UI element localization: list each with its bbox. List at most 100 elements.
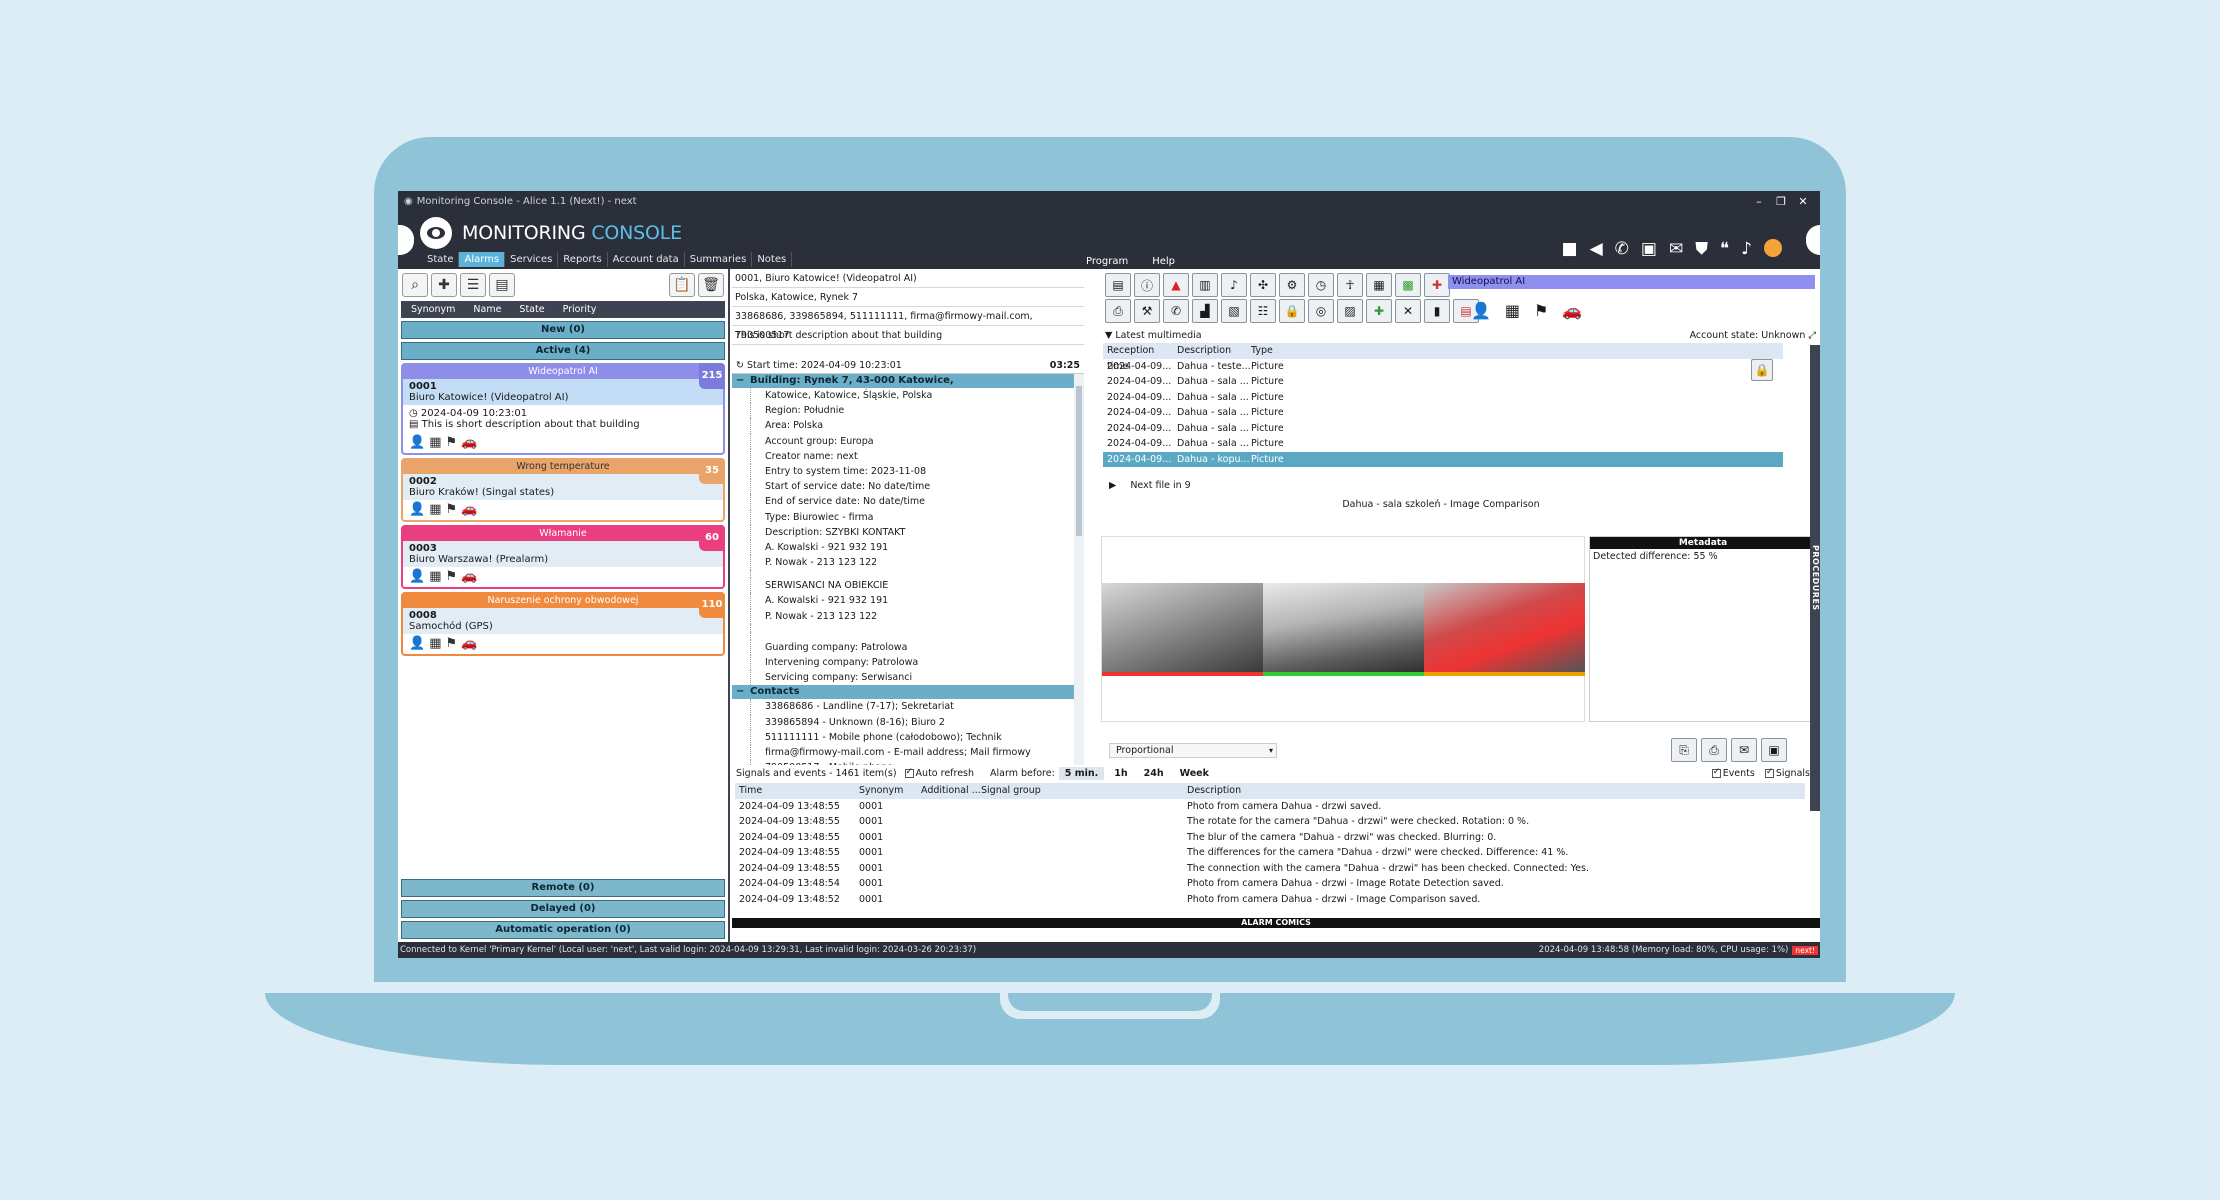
alarm-comics-bar[interactable]: ALARM COMICS	[732, 918, 1820, 928]
mm-col-time[interactable]: Reception time	[1103, 343, 1177, 372]
map-icon[interactable]: ▩	[1395, 273, 1421, 297]
arrow-left-icon[interactable]: ◀	[1590, 239, 1603, 259]
contact-line[interactable]: firma@firmowy-mail.com - E-mail address;…	[750, 744, 1084, 761]
event-row[interactable]: 2024-04-09 13:48:55 0001 The rotate for th…	[735, 814, 1805, 830]
info-icon[interactable]: ⓘ	[1134, 273, 1160, 297]
multimedia-row[interactable]: 2024-04-09... Dahua - sala ... Picture	[1103, 421, 1783, 437]
tab-services[interactable]: Services	[505, 252, 559, 267]
tab-alarms[interactable]: Alarms	[459, 252, 506, 267]
phone-icon[interactable]: ✆	[1163, 299, 1189, 323]
section-remote[interactable]: Remote (0)	[401, 879, 725, 897]
alarm-card[interactable]: Włamanie 60 0003 Biuro Warszawa! (Preala…	[401, 525, 725, 589]
col-synonym[interactable]: Synonym	[411, 304, 455, 315]
volume-icon[interactable]: ♪	[1741, 239, 1752, 259]
col-state[interactable]: State	[519, 304, 544, 315]
car-icon[interactable]: 🚗	[1562, 301, 1582, 320]
ev-col-synonym[interactable]: Synonym	[859, 783, 921, 799]
chart-icon[interactable]: ▟	[1192, 299, 1218, 323]
camera-icon[interactable]: ■	[1562, 239, 1578, 259]
lock-button[interactable]: 🔒	[1751, 359, 1773, 381]
walk-icon[interactable]: ☥	[1337, 273, 1363, 297]
clipboard-icon[interactable]: 📋	[669, 273, 695, 297]
guard-icon[interactable]: ⚑	[445, 636, 457, 651]
person-icon[interactable]: 👤	[409, 435, 425, 450]
settings-icon[interactable]: ⚙	[1279, 273, 1305, 297]
camera-image-reference[interactable]	[1263, 583, 1424, 676]
section-new[interactable]: New (0)	[401, 321, 725, 339]
save-icon[interactable]: ▣	[1761, 738, 1787, 762]
alarm-card[interactable]: Wideopatrol AI 215 0001 Biuro Katowice! …	[401, 363, 725, 455]
event-row[interactable]: 2024-04-09 13:48:55 0001 Photo from camera…	[735, 799, 1805, 815]
car-icon[interactable]: 🚗	[461, 636, 477, 651]
mm-col-type[interactable]: Type	[1251, 343, 1331, 359]
mail-icon[interactable]: ✉	[1731, 738, 1757, 762]
contact-line[interactable]: 33868686 - Landline (7-17); Sekretariat	[750, 699, 1084, 715]
contact-line[interactable]: 511111111 - Mobile phone (całodobowo); T…	[750, 729, 1084, 745]
notepad-icon[interactable]: ▤	[1105, 273, 1131, 297]
event-row[interactable]: 2024-04-09 13:48:55 0001 The connection wi…	[735, 861, 1805, 877]
trash-icon[interactable]: 🗑	[698, 273, 724, 297]
tab-state[interactable]: State	[422, 252, 460, 267]
guard-icon[interactable]: ⚑	[1534, 301, 1548, 320]
left-panel-toggle[interactable]	[398, 225, 414, 255]
camera-image-original[interactable]	[1102, 583, 1263, 676]
car-icon[interactable]: 🚗	[461, 569, 477, 584]
plus-icon[interactable]: ✚	[1366, 299, 1392, 323]
contact-line[interactable]: 339865894 - Unknown (8-16); Biuro 2	[750, 714, 1084, 730]
tree-contacts-header[interactable]: Contacts	[732, 685, 1084, 700]
status-dot-icon[interactable]	[1764, 239, 1782, 257]
chat-icon[interactable]: ❝	[1720, 239, 1729, 259]
play-icon[interactable]: ▶	[1109, 480, 1116, 491]
tab-summaries[interactable]: Summaries	[685, 252, 753, 267]
photo-icon[interactable]: ▦	[429, 435, 441, 450]
scale-select[interactable]: Proportional	[1109, 742, 1277, 758]
multimedia-row[interactable]: 2024-04-09... Dahua - sala ... Picture	[1103, 390, 1783, 406]
printer-icon[interactable]: ⎙	[1105, 299, 1131, 323]
coins-icon[interactable]: ◎	[1308, 299, 1334, 323]
guard-icon[interactable]: ⚑	[445, 569, 457, 584]
film-icon[interactable]: ▮	[1424, 299, 1450, 323]
tab-reports[interactable]: Reports	[558, 252, 608, 267]
speaker-icon[interactable]: ♪	[1221, 273, 1247, 297]
minimize-button[interactable]: –	[1748, 195, 1770, 208]
auto-refresh-checkbox[interactable]	[904, 767, 914, 778]
event-row[interactable]: 2024-04-09 13:48:52 0001 Photo from camera…	[735, 892, 1805, 908]
photo-icon[interactable]: ▦	[429, 636, 441, 651]
network-icon[interactable]: ✣	[1250, 273, 1276, 297]
ev-col-additional[interactable]: Additional ...	[921, 783, 981, 799]
building-icon[interactable]: ▥	[1192, 273, 1218, 297]
clock-icon[interactable]: ◷	[1308, 273, 1334, 297]
period-24h[interactable]: 24h	[1138, 767, 1170, 780]
close-icon[interactable]: ✕	[1395, 299, 1421, 323]
document-icon[interactable]: ▧	[1221, 299, 1247, 323]
multimedia-row[interactable]: 2024-04-09... Dahua - kopu... Picture	[1103, 451, 1783, 467]
period-week[interactable]: Week	[1174, 767, 1215, 780]
expand-icon[interactable]: ⤢	[1808, 330, 1816, 341]
multimedia-row[interactable]: 2024-04-09... Dahua - sala ... Picture	[1103, 405, 1783, 421]
add-icon[interactable]: ✚	[431, 273, 457, 297]
list-icon[interactable]: ☷	[1250, 299, 1276, 323]
export-icon[interactable]: ⎘	[1671, 738, 1697, 762]
person-icon[interactable]: 👤	[409, 502, 425, 517]
alarm-card[interactable]: Wrong temperature 35 0002 Biuro Kraków! …	[401, 458, 725, 522]
mm-col-desc[interactable]: Description	[1177, 343, 1251, 359]
lock-icon[interactable]: 🔒	[1279, 299, 1305, 323]
car-icon[interactable]: 🚗	[461, 502, 477, 517]
signals-checkbox[interactable]	[1764, 767, 1774, 778]
search-icon[interactable]: ⌕	[402, 273, 428, 297]
person-icon[interactable]: 👤	[409, 569, 425, 584]
multimedia-row[interactable]: 2024-04-09... Dahua - sala ... Picture	[1103, 374, 1783, 390]
period-1h[interactable]: 1h	[1108, 767, 1133, 780]
right-panel-toggle[interactable]	[1806, 225, 1820, 255]
puzzle-icon[interactable]: ✚	[1424, 273, 1450, 297]
camera-image-difference[interactable]	[1424, 583, 1585, 676]
guard-icon[interactable]: ⚑	[445, 502, 457, 517]
car-icon[interactable]: 🚗	[461, 435, 477, 450]
refresh-icon[interactable]: ↻	[736, 360, 744, 371]
multimedia-row[interactable]: 2024-04-09... Dahua - sala ... Picture	[1103, 436, 1783, 452]
section-automatic[interactable]: Automatic operation (0)	[401, 921, 725, 939]
layout-icon[interactable]: ▦	[1366, 273, 1392, 297]
tree-scrollbar[interactable]	[1074, 374, 1084, 765]
printer-icon[interactable]: ⎙	[1701, 738, 1727, 762]
event-row[interactable]: 2024-04-09 13:48:55 0001 The differences f…	[735, 845, 1805, 861]
